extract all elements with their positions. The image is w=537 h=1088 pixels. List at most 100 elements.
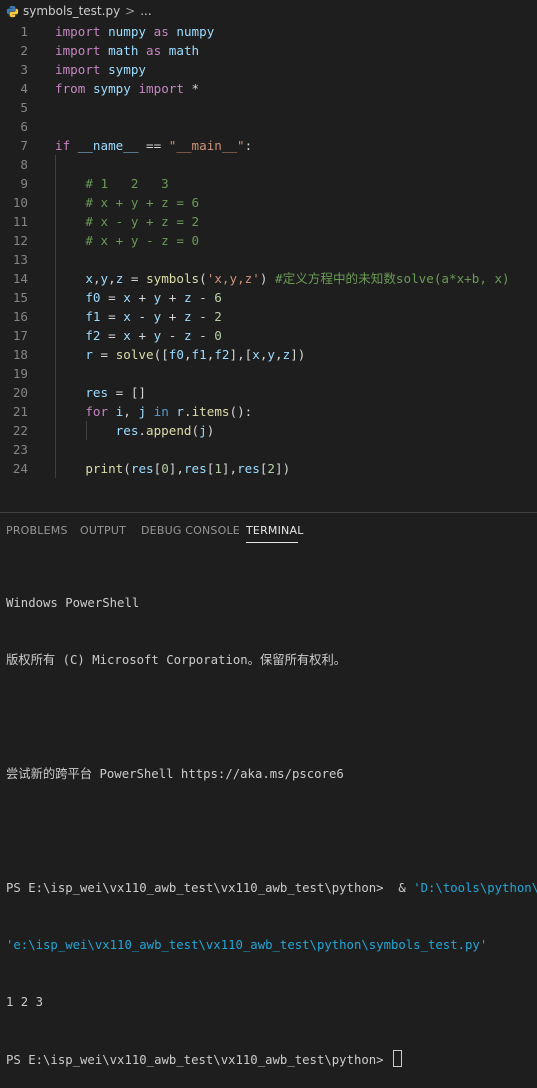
- code-line[interactable]: 14 x,y,z = symbols('x,y,z') #定义方程中的未知数so…: [0, 269, 537, 288]
- code-line[interactable]: 17 f2 = x + y - z - 0: [0, 326, 537, 345]
- line-number: 24: [12, 461, 28, 476]
- tab-output[interactable]: OUTPUT: [80, 524, 126, 537]
- code-token: for: [85, 404, 109, 419]
- terminal[interactable]: Windows PowerShell 版权所有 (C) Microsoft Co…: [6, 556, 537, 1088]
- terminal-line: Windows PowerShell: [6, 596, 140, 610]
- code-token: import: [55, 24, 101, 39]
- code-token: math: [108, 43, 139, 58]
- code-token: import: [138, 81, 184, 96]
- code-token: import: [55, 62, 101, 77]
- code-token: ,: [275, 347, 283, 362]
- line-number: 16: [12, 309, 28, 324]
- code-token: 2: [214, 309, 222, 324]
- code-line[interactable]: 11 # x - y + z = 2: [0, 212, 537, 231]
- code-token: as: [146, 43, 162, 58]
- code-token: x: [123, 309, 131, 324]
- code-line[interactable]: 12 # x + y - z = 0: [0, 231, 537, 250]
- code-token: numpy: [176, 24, 215, 39]
- code-line[interactable]: 24 print(res[0],res[1],res[2]): [0, 459, 537, 478]
- code-token: r: [85, 347, 93, 362]
- code-line[interactable]: 21 for i, j in r.items():: [0, 402, 537, 421]
- code-token: (: [123, 461, 131, 476]
- code-token: +: [130, 290, 154, 305]
- code-token: f1: [85, 309, 101, 324]
- code-token: # 1 2 3: [85, 176, 169, 191]
- python-file-icon: [5, 4, 19, 18]
- code-token: 0: [214, 328, 222, 343]
- code-line[interactable]: 20 res = []: [0, 383, 537, 402]
- code-token: in: [153, 404, 169, 419]
- code-token: ): [259, 271, 275, 286]
- code-token: 1: [214, 461, 222, 476]
- code-token: res: [85, 385, 109, 400]
- tab-problems[interactable]: PROBLEMS: [6, 524, 68, 537]
- code-token: "__main__": [168, 138, 245, 153]
- code-token: ],[: [229, 347, 253, 362]
- code-token: ([: [153, 347, 169, 362]
- code-line[interactable]: 19: [0, 364, 537, 383]
- code-token: f2: [85, 328, 101, 343]
- breadcrumb-file[interactable]: symbols_test.py: [23, 4, 120, 18]
- code-token: x: [123, 290, 131, 305]
- code-line[interactable]: 10 # x + y + z = 6: [0, 193, 537, 212]
- breadcrumb-more[interactable]: ...: [140, 4, 151, 18]
- line-number: 6: [20, 119, 28, 134]
- code-token: symbols: [146, 271, 200, 286]
- code-token: :: [244, 138, 253, 153]
- terminal-script-path[interactable]: 'e:\isp_wei\vx110_awb_test\vx110_awb_tes…: [6, 936, 537, 955]
- line-number: 5: [20, 100, 28, 115]
- code-line[interactable]: 6: [0, 117, 537, 136]
- code-token: -: [191, 328, 215, 343]
- code-line[interactable]: 18 r = solve([f0,f1,f2],[x,y,z]): [0, 345, 537, 364]
- code-line[interactable]: 8: [0, 155, 537, 174]
- chevron-right-icon: >: [125, 4, 136, 18]
- code-token: import: [55, 43, 101, 58]
- terminal-python-path[interactable]: 'D:\tools\python\python.exe': [413, 881, 537, 895]
- code-token: r: [176, 404, 184, 419]
- line-number: 20: [12, 385, 28, 400]
- panel-tabs: PROBLEMS OUTPUT DEBUG CONSOLE TERMINAL: [0, 513, 537, 545]
- line-number: 3: [20, 62, 28, 77]
- code-token: as: [153, 24, 169, 39]
- code-editor[interactable]: 1 import numpy as numpy 2 import math as ma…: [0, 22, 537, 512]
- code-line[interactable]: 9 # 1 2 3: [0, 174, 537, 193]
- code-line[interactable]: 23: [0, 440, 537, 459]
- code-token: if: [55, 138, 71, 153]
- code-line[interactable]: 5: [0, 98, 537, 117]
- code-token: +: [130, 328, 154, 343]
- code-token: x: [85, 271, 93, 286]
- code-line[interactable]: 22 res.append(j): [0, 421, 537, 440]
- code-token: +: [161, 309, 184, 324]
- code-line[interactable]: 15 f0 = x + y + z - 6: [0, 288, 537, 307]
- tab-debug-console[interactable]: DEBUG CONSOLE: [141, 524, 240, 537]
- code-token: from: [55, 81, 86, 96]
- line-number: 2: [20, 43, 28, 58]
- code-line[interactable]: 13: [0, 250, 537, 269]
- code-line[interactable]: 7 if __name__ == "__main__":: [0, 136, 537, 155]
- line-number: 4: [20, 81, 28, 96]
- code-token: z: [183, 328, 192, 343]
- code-line[interactable]: 3 import sympy: [0, 60, 537, 79]
- code-token: =: [100, 309, 124, 324]
- code-token: 'x,y,z': [206, 271, 260, 286]
- code-text: # 1 2 3: [55, 174, 169, 193]
- line-number: 18: [12, 347, 28, 362]
- terminal-prompt-line: PS E:\isp_wei\vx110_awb_test\vx110_awb_t…: [6, 1050, 537, 1069]
- code-token: x: [123, 328, 131, 343]
- code-token: # x + y + z = 6: [85, 195, 200, 210]
- code-token: ): [206, 423, 215, 438]
- code-token: ],: [221, 461, 238, 476]
- code-line[interactable]: 4 from sympy import *: [0, 79, 537, 98]
- code-text: f0 = x + y + z - 6: [55, 288, 222, 307]
- tab-terminal[interactable]: TERMINAL: [246, 524, 304, 537]
- code-line[interactable]: 1 import numpy as numpy: [0, 22, 537, 41]
- code-line[interactable]: 16 f1 = x - y + z - 2: [0, 307, 537, 326]
- code-line[interactable]: 2 import math as math: [0, 41, 537, 60]
- line-number: 17: [12, 328, 28, 343]
